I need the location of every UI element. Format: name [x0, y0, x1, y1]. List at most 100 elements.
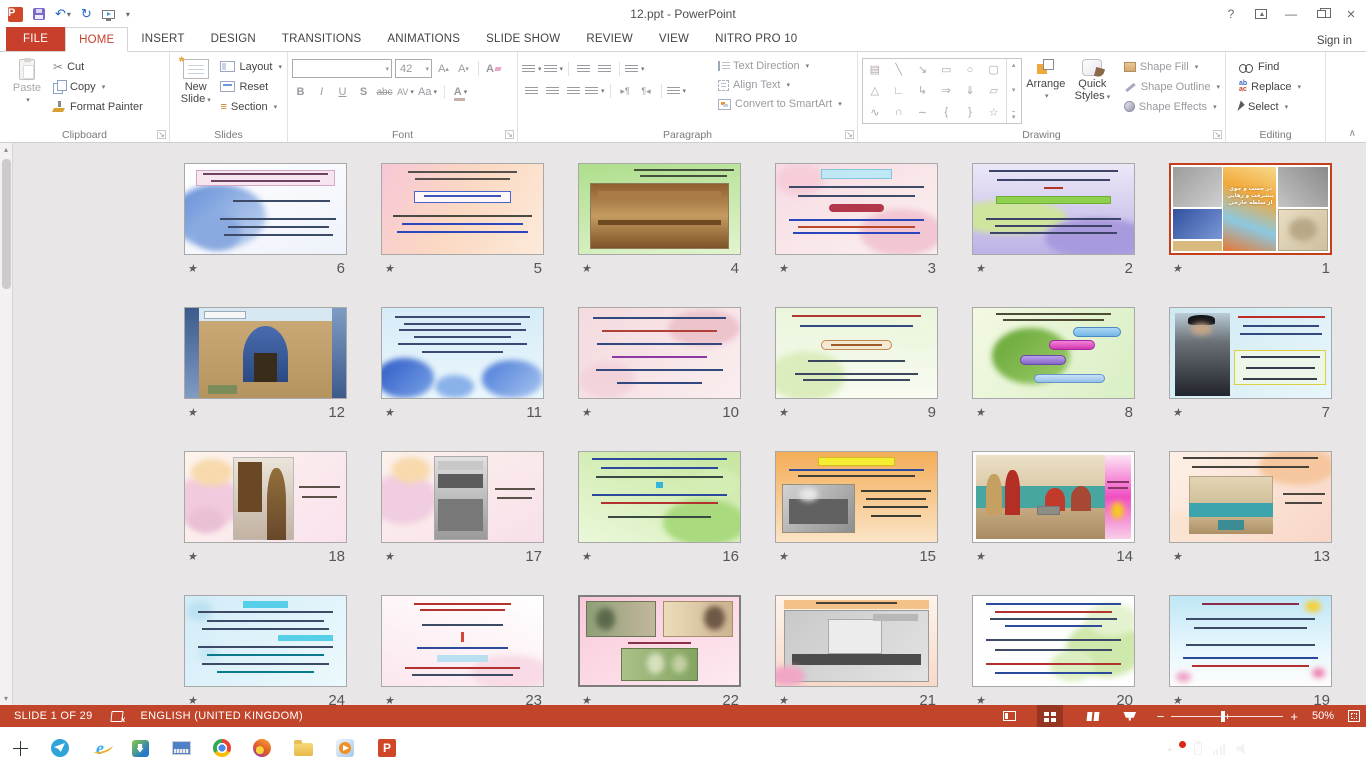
slide-thumbnail-16[interactable] [578, 451, 741, 543]
slide-thumbnail-3[interactable] [775, 163, 938, 255]
format-painter-button[interactable]: Format Painter [50, 97, 146, 116]
copy-dropdown-icon[interactable]: ▾ [102, 83, 106, 91]
reset-button[interactable]: Reset [217, 77, 285, 96]
taskbar-file-explorer[interactable] [283, 729, 323, 767]
slide-thumbnail-21[interactable] [775, 595, 938, 687]
numbering-button[interactable]: ▾ [544, 60, 564, 78]
font-name-dropdown-icon[interactable]: ▾ [385, 65, 389, 73]
slide-thumbnail-14[interactable] [972, 451, 1135, 543]
select-button[interactable]: Select▾ [1236, 97, 1304, 116]
justify-button[interactable]: ▾ [585, 82, 605, 100]
new-slide-dropdown-icon[interactable]: ▾ [207, 97, 211, 104]
repeat-button[interactable]: ↻ [81, 6, 92, 22]
shape-glyph-4[interactable]: ○ [967, 64, 974, 76]
normal-view-button[interactable] [997, 705, 1023, 727]
network-signal-icon[interactable] [1213, 743, 1226, 755]
layout-dropdown-icon[interactable]: ▾ [278, 63, 282, 71]
bullets-dropdown-icon[interactable]: ▾ [538, 65, 542, 73]
tab-home[interactable]: HOME [65, 27, 128, 52]
font-dialog-launcher[interactable]: ↘ [505, 130, 514, 139]
justify-dropdown-icon[interactable]: ▾ [601, 87, 605, 95]
bold-button[interactable]: B [292, 83, 309, 101]
shape-glyph-10[interactable]: ⇓ [965, 84, 974, 97]
zoom-slider[interactable] [1171, 716, 1283, 717]
taskbar-firefox[interactable] [242, 728, 282, 768]
vertical-scrollbar[interactable]: ▴ ▾ [0, 143, 13, 705]
text-direction-button[interactable]: Text Direction▾ [715, 57, 845, 75]
align-left-button[interactable] [522, 82, 541, 100]
replace-dropdown-icon[interactable]: ▾ [1298, 83, 1302, 91]
shape-effects-button[interactable]: Shape Effects▾ [1121, 97, 1223, 116]
slide-thumbnail-20[interactable] [972, 595, 1135, 687]
section-dropdown-icon[interactable]: ▾ [274, 103, 278, 111]
tab-design[interactable]: DESIGN [198, 27, 269, 51]
taskbar-internet-explorer[interactable]: e [80, 728, 120, 768]
increase-font-size-button[interactable]: A▴ [435, 60, 452, 78]
tab-animations[interactable]: ANIMATIONS [374, 27, 473, 51]
quick-styles-button[interactable]: QuickStyles▾ [1070, 55, 1115, 126]
slide-thumbnail-10[interactable] [578, 307, 741, 399]
shape-fill-dropdown-icon[interactable]: ▾ [1195, 63, 1199, 71]
start-from-beginning-button[interactable] [102, 10, 115, 19]
input-language-indicator[interactable]: فا [1260, 742, 1269, 755]
help-button[interactable]: ? [1216, 3, 1246, 25]
collapse-ribbon-button[interactable]: ∧ [1349, 128, 1356, 139]
font-color-dropdown-icon[interactable]: ▾ [464, 88, 468, 96]
smartart-dropdown-icon[interactable]: ▾ [838, 100, 842, 108]
fit-slide-to-window-button[interactable] [1348, 710, 1360, 722]
slide-show-button[interactable] [1117, 705, 1143, 727]
tab-file[interactable]: FILE [6, 27, 65, 51]
volume-icon[interactable] [1236, 743, 1249, 755]
taskbar-download-manager[interactable] [120, 728, 160, 768]
shapes-scroll-up-icon[interactable]: ▴ [1012, 61, 1016, 69]
clipboard-dialog-launcher[interactable]: ↘ [157, 130, 166, 139]
underline-button[interactable]: U [334, 83, 351, 101]
scrollbar-thumb[interactable] [2, 159, 11, 289]
slide-thumbnail-6[interactable] [184, 163, 347, 255]
shape-glyph-7[interactable]: ∟ [893, 85, 904, 97]
line-spacing-button[interactable]: ▾ [625, 60, 645, 78]
start-button[interactable] [0, 728, 40, 768]
slide-thumbnail-1[interactable]: در جست و جوی پیشرفت و رهایی از سلطه خارج… [1169, 163, 1332, 255]
font-name-combo[interactable]: ▾ [292, 59, 392, 78]
new-slide-button[interactable]: * NewSlide▾ [174, 55, 217, 126]
sign-in-link[interactable]: Sign in [1317, 35, 1352, 47]
taskbar-chrome[interactable] [202, 728, 242, 768]
drawing-dialog-launcher[interactable]: ↘ [1213, 130, 1222, 139]
zoom-level[interactable]: 50% [1312, 710, 1334, 722]
shape-glyph-13[interactable]: ∩ [895, 106, 903, 118]
section-button[interactable]: ≡Section▾ [217, 97, 285, 116]
undo-button[interactable]: ↶▾ [55, 6, 71, 22]
tab-nitro-pro-10[interactable]: NITRO PRO 10 [702, 27, 810, 51]
undo-dropdown-icon[interactable]: ▾ [67, 10, 71, 19]
layout-button[interactable]: Layout▾ [217, 57, 285, 76]
line-spacing-dropdown-icon[interactable]: ▾ [641, 65, 645, 73]
restore-button[interactable] [1306, 3, 1336, 25]
shape-fill-button[interactable]: Shape Fill▾ [1121, 57, 1223, 76]
taskbar-media-player[interactable] [325, 729, 365, 767]
text-direction-dropdown-icon[interactable]: ▾ [806, 62, 810, 70]
shapes-gallery-more-icon[interactable]: ▾ [1012, 111, 1016, 121]
slide-thumbnail-22[interactable] [578, 595, 741, 687]
tab-insert[interactable]: INSERT [128, 27, 197, 51]
close-button[interactable]: × [1336, 3, 1366, 25]
text-shadow-button[interactable]: S [355, 83, 372, 101]
taskbar-clock[interactable]: 19:3108/04/2020 [1280, 735, 1335, 763]
zoom-slider-thumb[interactable] [1221, 711, 1225, 722]
slide-thumbnail-9[interactable] [775, 307, 938, 399]
save-button[interactable] [33, 8, 45, 20]
copy-button[interactable]: Copy▾ [50, 77, 146, 96]
slide-thumbnail-15[interactable] [775, 451, 938, 543]
slide-thumbnail-7[interactable] [1169, 307, 1332, 399]
taskbar-telegram[interactable] [40, 728, 80, 768]
show-desktop-button[interactable] [1350, 728, 1356, 768]
slide-thumbnail-11[interactable] [381, 307, 544, 399]
slide-thumbnail-13[interactable] [1169, 451, 1332, 543]
shape-glyph-8[interactable]: ↳ [918, 84, 927, 97]
shapes-scroll-down-icon[interactable]: ▾ [1012, 86, 1016, 94]
slide-thumbnail-4[interactable] [578, 163, 741, 255]
bullets-button[interactable]: ▾ [522, 60, 542, 78]
slide-thumbnail-17[interactable] [381, 451, 544, 543]
taskbar-powerpoint[interactable]: P [367, 729, 407, 767]
columns-dropdown-icon[interactable]: ▾ [683, 87, 687, 95]
